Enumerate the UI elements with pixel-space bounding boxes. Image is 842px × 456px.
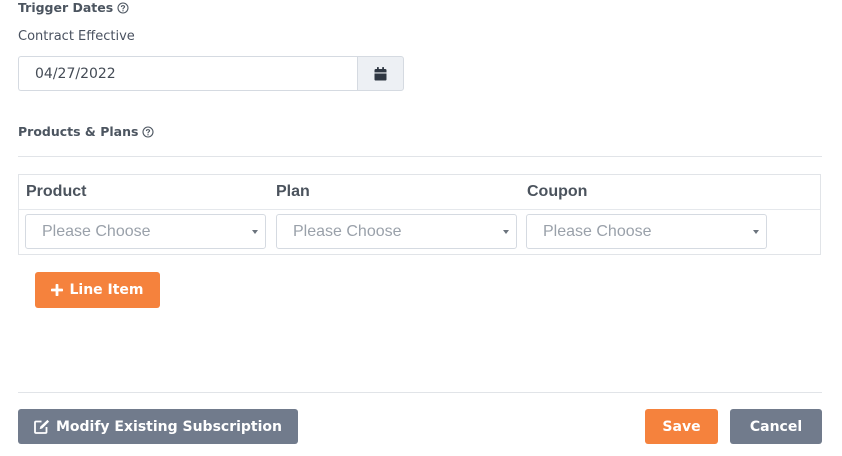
save-button[interactable]: Save <box>645 409 718 444</box>
plus-icon <box>51 284 64 296</box>
question-circle-icon[interactable] <box>117 1 129 14</box>
question-circle-icon[interactable] <box>142 125 154 138</box>
contract-effective-date-input[interactable] <box>18 56 358 91</box>
footer-divider <box>18 392 822 393</box>
caret-down-icon <box>252 230 258 234</box>
section-divider <box>18 156 822 157</box>
cancel-button[interactable]: Cancel <box>730 409 822 444</box>
edit-icon <box>34 419 50 434</box>
products-table-header: Product Plan Coupon <box>19 175 820 210</box>
contract-effective-label: Contract Effective <box>18 29 135 44</box>
trigger-dates-heading: Trigger Dates <box>18 0 129 15</box>
plan-select[interactable]: Please Choose <box>276 214 517 249</box>
modify-subscription-button[interactable]: Modify Existing Subscription <box>18 409 298 444</box>
contract-effective-date-group <box>18 56 404 91</box>
modify-subscription-label: Modify Existing Subscription <box>55 418 283 435</box>
save-label: Save <box>662 418 701 435</box>
cancel-label: Cancel <box>749 418 803 435</box>
column-header-plan: Plan <box>276 183 310 200</box>
caret-down-icon <box>503 230 509 234</box>
coupon-select-value: Please Choose <box>543 223 652 240</box>
column-header-coupon: Coupon <box>527 183 588 200</box>
add-line-item-label: Line Item <box>69 282 144 298</box>
plan-select-value: Please Choose <box>293 223 402 240</box>
product-select[interactable]: Please Choose <box>25 214 266 249</box>
caret-down-icon <box>753 230 759 234</box>
add-line-item-button[interactable]: Line Item <box>35 272 160 308</box>
coupon-select[interactable]: Please Choose <box>526 214 767 249</box>
products-table: Product Plan Coupon Please Choose Please… <box>18 174 821 255</box>
calendar-icon <box>374 66 387 81</box>
calendar-button[interactable] <box>357 56 404 91</box>
products-plans-title: Products & Plans <box>18 124 139 139</box>
column-header-product: Product <box>26 183 87 200</box>
product-select-value: Please Choose <box>42 223 151 240</box>
trigger-dates-title: Trigger Dates <box>18 0 114 15</box>
products-plans-heading: Products & Plans <box>18 124 154 139</box>
